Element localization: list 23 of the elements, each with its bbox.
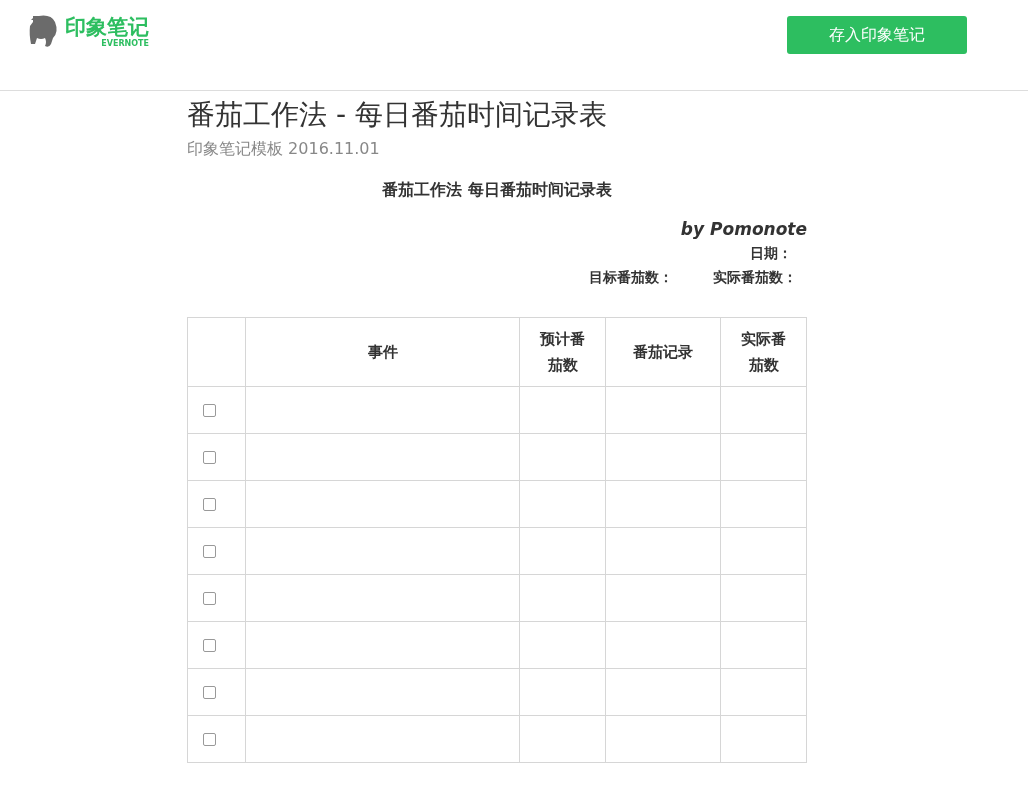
column-header: 实际番茄数 [720,317,807,387]
row-checkbox[interactable] [203,732,216,746]
save-button[interactable]: 存入印象笔记 [787,16,967,54]
byline: by Pomonote [680,219,807,239]
row-checkbox[interactable] [203,403,216,417]
note-title: 番茄工作法 - 每日番茄时间记录表 [187,97,608,133]
row-checkbox[interactable] [203,450,216,464]
date-label: 日期： [750,245,793,263]
column-header: 预计番茄数 [519,317,606,387]
row-checkbox[interactable] [203,497,216,511]
content-heading: 番茄工作法 每日番茄时间记录表 [381,180,613,201]
row-checkbox[interactable] [203,591,216,605]
column-header: 事件 [245,317,520,387]
row-checkbox[interactable] [203,544,216,558]
logo-subtext: EVERNOTE [101,38,149,48]
note-subtitle: 印象笔记模板 2016.11.01 [187,139,381,160]
logo-text: 印象笔记 [65,14,149,39]
target-label: 目标番茄数： [589,269,673,287]
column-header: 番茄记录 [605,317,721,387]
row-checkbox[interactable] [203,638,216,652]
actual-label: 实际番茄数： [713,269,797,287]
row-checkbox[interactable] [203,685,216,699]
elephant-logo-icon [27,14,59,48]
